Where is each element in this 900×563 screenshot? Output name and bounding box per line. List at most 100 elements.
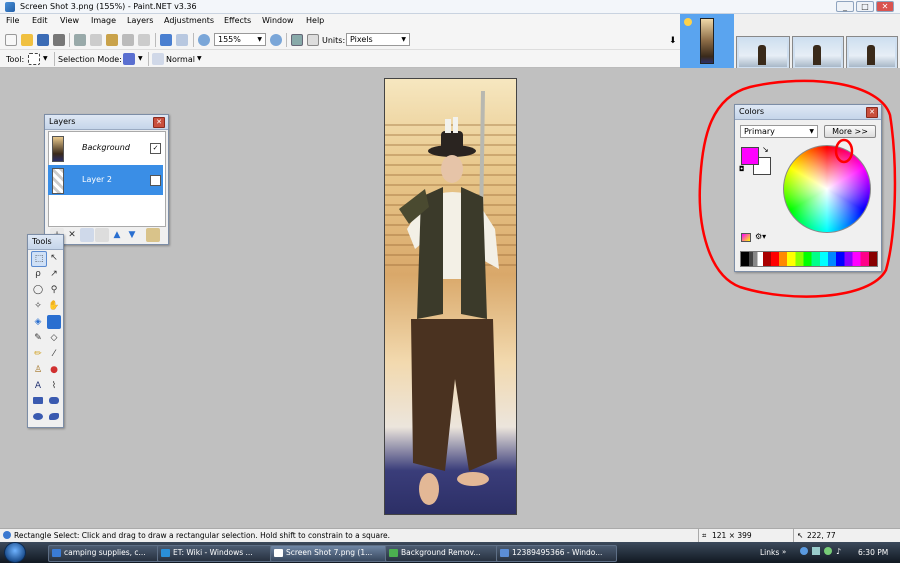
paste-icon[interactable] [106, 34, 118, 46]
menu-help[interactable]: Help [306, 16, 324, 25]
menu-image[interactable]: Image [91, 16, 116, 25]
image-tab-thumbnail[interactable] [846, 36, 898, 70]
pan-tool-icon[interactable]: ✋ [47, 299, 61, 313]
new-file-icon[interactable] [5, 34, 17, 46]
close-icon[interactable]: ✕ [153, 117, 165, 128]
chevron-down-icon[interactable]: ▼ [43, 55, 48, 62]
image-tab-thumbnail[interactable] [736, 36, 790, 70]
layer-visibility-checkbox[interactable]: ✓ [150, 175, 161, 186]
selection-mode-icon[interactable] [123, 53, 135, 65]
rectangle-select-tool-icon[interactable]: ⬚ [31, 251, 47, 267]
zoom-out-icon[interactable] [198, 34, 210, 46]
zoom-tool-icon[interactable]: ⚲ [47, 283, 61, 297]
layers-panel-header[interactable]: Layers ✕ [45, 115, 168, 130]
gradient-tool-icon[interactable] [47, 315, 61, 329]
undo-icon[interactable] [160, 34, 172, 46]
duplicate-layer-icon[interactable] [80, 228, 94, 242]
layer-row-layer-2[interactable]: Layer 2 ✓ [48, 165, 163, 195]
save-icon[interactable] [37, 34, 49, 46]
image-tab-thumbnail[interactable] [792, 36, 844, 70]
lasso-tool-icon[interactable]: ρ [31, 267, 45, 281]
tools-panel-header[interactable]: Tools [28, 235, 63, 250]
chevron-down-icon[interactable]: ▼ [138, 55, 143, 62]
chevron-down-icon: ▼ [401, 36, 406, 43]
freeform-shape-tool-icon[interactable] [47, 411, 61, 425]
open-folder-icon[interactable] [21, 34, 33, 46]
clone-stamp-tool-icon[interactable]: ♙ [31, 363, 45, 377]
units-combo[interactable]: Pixels ▼ [346, 33, 410, 46]
layer-properties-icon[interactable] [146, 228, 160, 242]
text-tool-icon[interactable]: A [31, 379, 45, 393]
taskbar-item[interactable]: ET: Wiki - Windows ... [157, 545, 278, 562]
toolbar-divider [54, 52, 55, 66]
blend-mode-value[interactable]: Normal [166, 55, 195, 64]
menu-effects[interactable]: Effects [224, 16, 251, 25]
redo-icon[interactable] [176, 34, 188, 46]
tools-panel-title: Tools [32, 237, 52, 246]
start-button[interactable] [4, 542, 26, 563]
move-layer-down-icon[interactable]: ▼ [125, 228, 139, 242]
pirate-costume-photo [399, 90, 499, 505]
close-button[interactable]: ✕ [876, 1, 894, 12]
volume-icon[interactable]: ♪ [836, 547, 841, 556]
copy-icon[interactable] [90, 34, 102, 46]
layer-row-background[interactable]: Background ✓ [48, 133, 163, 163]
menu-window[interactable]: Window [262, 16, 294, 25]
magic-wand-tool-icon[interactable]: ✧ [31, 299, 45, 313]
menu-file[interactable]: File [6, 16, 19, 25]
internet-explorer-icon [161, 549, 170, 557]
ellipse-tool-icon[interactable] [31, 411, 45, 425]
maximize-button[interactable]: □ [856, 1, 874, 12]
layer-visibility-checkbox[interactable]: ✓ [150, 143, 161, 154]
line-tool-icon[interactable]: ⌇ [47, 379, 61, 393]
active-image-tab[interactable] [680, 14, 734, 68]
deselect-icon[interactable] [138, 34, 150, 46]
rounded-rectangle-tool-icon[interactable] [47, 395, 61, 409]
delete-layer-icon[interactable]: ✕ [65, 228, 79, 242]
firefox-icon [52, 549, 61, 557]
move-selection-tool-icon[interactable]: ↖ [47, 251, 61, 265]
units-label: Units: [322, 36, 346, 45]
merge-layer-icon[interactable] [95, 228, 109, 242]
zoom-in-icon[interactable] [270, 34, 282, 46]
chevron-down-icon[interactable]: ▼ [197, 55, 202, 62]
rectangle-tool-icon[interactable] [31, 395, 45, 409]
rectangle-select-icon[interactable] [28, 53, 40, 65]
tray-icon[interactable] [812, 547, 820, 555]
cut-icon[interactable] [74, 34, 86, 46]
minimize-button[interactable]: _ [836, 1, 854, 12]
grid-icon[interactable] [291, 34, 303, 46]
move-selected-pixels-tool-icon[interactable]: ↗ [47, 267, 61, 281]
ruler-icon[interactable] [307, 34, 319, 46]
links-toolbar-label[interactable]: Links [760, 548, 779, 557]
print-icon[interactable] [53, 34, 65, 46]
color-picker-tool-icon[interactable]: ⁄ [47, 347, 61, 361]
tray-icon[interactable] [824, 547, 832, 555]
crop-icon[interactable] [122, 34, 134, 46]
image-canvas[interactable] [384, 78, 517, 515]
eraser-tool-icon[interactable]: ◇ [47, 331, 61, 345]
menu-edit[interactable]: Edit [32, 16, 48, 25]
network-icon[interactable] [800, 547, 808, 555]
menu-adjustments[interactable]: Adjustments [164, 16, 214, 25]
taskbar-item[interactable]: 12389495366 - Windo... [496, 545, 617, 562]
menu-view[interactable]: View [60, 16, 79, 25]
units-value: Pixels [350, 35, 373, 44]
ellipse-select-tool-icon[interactable]: ◯ [31, 283, 45, 297]
title-bar: Screen Shot 3.png (155%) - Paint.NET v3.… [0, 0, 900, 14]
taskbar-item[interactable]: camping supplies, c... [48, 545, 169, 562]
taskbar-item[interactable]: Screen Shot 7.png (1... [270, 545, 391, 562]
clock[interactable]: 6:30 PM [858, 548, 888, 557]
taskbar-item[interactable]: Background Remov... [385, 545, 506, 562]
zoom-combo[interactable]: 155% ▼ [214, 33, 266, 46]
menu-layers[interactable]: Layers [127, 16, 153, 25]
zoom-value: 155% [218, 35, 241, 44]
recolor-tool-icon[interactable]: ● [47, 363, 61, 377]
paint-bucket-tool-icon[interactable]: ◈ [31, 315, 45, 329]
overflow-icon[interactable]: ⬇ [669, 36, 679, 46]
active-image-thumbnail [700, 18, 714, 64]
chevron-double-icon[interactable]: » [782, 548, 786, 556]
move-layer-up-icon[interactable]: ▲ [110, 228, 124, 242]
pencil-tool-icon[interactable]: ✏ [31, 347, 45, 361]
paintbrush-tool-icon[interactable]: ✎ [31, 331, 45, 345]
